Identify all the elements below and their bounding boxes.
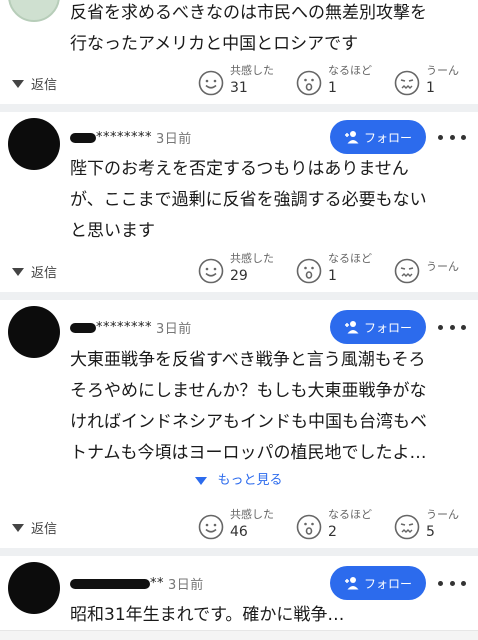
smile-icon	[198, 70, 224, 96]
smile-icon	[198, 514, 224, 540]
chevron-down-icon	[12, 267, 24, 276]
reaction-label: 共感した	[230, 508, 274, 521]
reply-button[interactable]: 返信	[12, 518, 57, 537]
add-person-icon	[344, 321, 359, 334]
more-options-icon[interactable]	[438, 321, 466, 333]
follow-button[interactable]: フォロー	[330, 120, 426, 154]
reaction-label: うーん	[426, 64, 459, 77]
reply-label: 返信	[31, 266, 58, 281]
username-text: ********	[96, 130, 152, 145]
reaction-count: 5	[426, 524, 435, 540]
see-more-link[interactable]: もっと見る	[0, 469, 478, 488]
confused-icon	[394, 514, 420, 540]
add-person-icon	[344, 131, 359, 144]
comment-actions: 返信 共感した 31 なるほど 1 うーん 1	[0, 62, 478, 106]
avatar[interactable]	[8, 306, 60, 358]
add-person-icon	[344, 577, 359, 590]
reaction-count: 1	[328, 80, 337, 96]
comment-text: 反省を求めるべきなのは市民への無差別攻撃を 行なったアメリカと中国とロシアです	[70, 3, 427, 54]
reaction-count: 1	[426, 80, 435, 96]
bottom-bar	[0, 630, 478, 640]
reaction-label: なるほど	[328, 252, 372, 265]
reaction-label: なるほど	[328, 508, 372, 521]
reaction-label: 共感した	[230, 252, 274, 265]
more-options-icon[interactable]	[438, 131, 466, 143]
username-mask	[70, 132, 96, 143]
comment-text: 昭和31年生まれです。確かに戦争…	[70, 605, 345, 625]
username-text: ********	[96, 320, 152, 335]
follow-button[interactable]: フォロー	[330, 566, 426, 600]
follow-label: フォロー	[363, 130, 412, 145]
reaction-label: うーん	[426, 260, 459, 273]
comment-text: 大東亜戦争を反省すべき戦争と言う風潮もそろ そろやめにしませんか？もしも大東亜戦…	[70, 350, 427, 463]
surprised-icon	[296, 514, 322, 540]
timestamp: 3日前	[168, 578, 204, 593]
surprised-icon	[296, 258, 322, 284]
reply-label: 返信	[31, 78, 58, 93]
reaction-count: 29	[230, 268, 248, 284]
reaction-count: 2	[328, 524, 337, 540]
reaction-count: 46	[230, 524, 248, 540]
reaction-label: なるほど	[328, 64, 372, 77]
username-text: **	[150, 576, 164, 591]
username[interactable]: ** 3日前	[70, 574, 204, 593]
comment-text: 陛下のお考えを否定するつもりはありません が、ここまで過剰に反省を強調する必要も…	[70, 159, 427, 241]
reaction-count: 31	[230, 80, 248, 96]
chevron-down-icon	[195, 476, 208, 485]
username-mask	[70, 322, 96, 333]
surprised-icon	[296, 70, 322, 96]
comment-actions: 返信 共感した 46 なるほど 2 うーん 5	[0, 506, 478, 550]
follow-label: フォロー	[363, 320, 412, 335]
timestamp: 3日前	[156, 132, 192, 147]
reaction-count: 1	[328, 268, 337, 284]
confused-icon	[394, 258, 420, 284]
chevron-down-icon	[12, 523, 24, 532]
smile-icon	[198, 258, 224, 284]
username[interactable]: ******** 3日前	[70, 318, 192, 337]
divider	[0, 104, 478, 112]
reply-label: 返信	[31, 522, 58, 537]
username-mask	[70, 578, 150, 589]
avatar[interactable]	[8, 0, 60, 22]
reply-button[interactable]: 返信	[12, 74, 57, 93]
reaction-label: うーん	[426, 508, 459, 521]
divider	[0, 548, 478, 556]
avatar[interactable]	[8, 562, 60, 614]
divider	[0, 292, 478, 300]
follow-button[interactable]: フォロー	[330, 310, 426, 344]
chevron-down-icon	[12, 79, 24, 88]
avatar[interactable]	[8, 118, 60, 170]
timestamp: 3日前	[156, 322, 192, 337]
username[interactable]: ******** 3日前	[70, 128, 192, 147]
more-options-icon[interactable]	[438, 577, 466, 589]
follow-label: フォロー	[363, 576, 412, 591]
confused-icon	[394, 70, 420, 96]
reaction-label: 共感した	[230, 64, 274, 77]
see-more-label: もっと見る	[217, 473, 283, 488]
reply-button[interactable]: 返信	[12, 262, 57, 281]
comment-actions: 返信 共感した 29 なるほど 1 うーん	[0, 250, 478, 294]
